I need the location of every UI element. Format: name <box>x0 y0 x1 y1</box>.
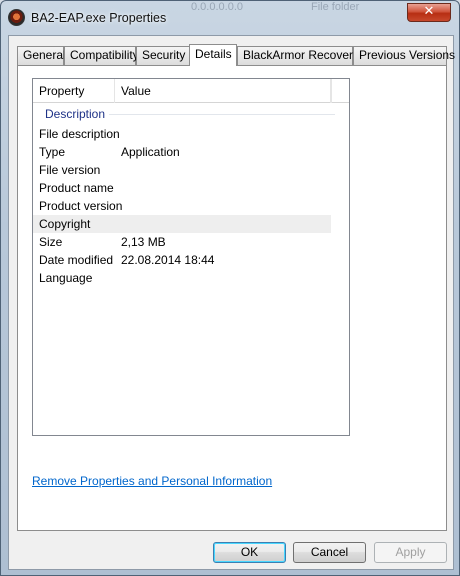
tab-general[interactable]: General <box>17 46 66 65</box>
property-name: File version <box>39 163 101 177</box>
list-item[interactable]: Date modified 22.08.2014 18:44 <box>33 251 331 269</box>
details-list[interactable]: Property Value Description File descript… <box>32 78 350 436</box>
list-item[interactable]: File version <box>33 161 331 179</box>
column-header-property[interactable]: Property <box>33 79 115 103</box>
tab-security[interactable]: Security <box>136 46 190 65</box>
group-header-description[interactable]: Description <box>45 107 105 121</box>
header-filler <box>331 79 349 103</box>
background-ghost-text-left: 0.0.0.0.0.0 <box>191 1 243 13</box>
property-name: File description <box>39 127 120 141</box>
tab-previous-versions[interactable]: Previous Versions <box>353 46 455 65</box>
property-value: 22.08.2014 18:44 <box>121 253 215 267</box>
list-header: Property Value <box>33 79 349 103</box>
background-ghost-text-right: File folder <box>311 1 360 13</box>
remove-properties-link[interactable]: Remove Properties and Personal Informati… <box>32 474 272 488</box>
list-item[interactable]: File description <box>33 125 331 143</box>
group-divider <box>109 114 335 115</box>
app-icon <box>8 9 25 26</box>
tab-compatibility[interactable]: Compatibility <box>64 46 139 65</box>
list-item[interactable]: Language <box>33 269 331 287</box>
window-title: BA2-EAP.exe Properties <box>31 11 167 25</box>
close-icon: ✕ <box>423 4 435 19</box>
dialog-client-area: General Compatibility Security Details B… <box>8 35 455 570</box>
list-item[interactable]: Type Application <box>33 143 331 161</box>
close-button[interactable]: ✕ <box>407 3 451 22</box>
properties-window: BA2-EAP.exe Properties 0.0.0.0.0.0 File … <box>0 0 460 576</box>
list-item[interactable]: Size 2,13 MB <box>33 233 331 251</box>
list-item[interactable]: Product name <box>33 179 331 197</box>
column-header-value[interactable]: Value <box>115 79 331 103</box>
property-name: Language <box>39 271 93 285</box>
property-name: Date modified <box>39 253 114 267</box>
tab-blackarmor-recovery[interactable]: BlackArmor Recovery <box>237 46 359 65</box>
property-name: Type <box>39 145 66 159</box>
tab-details[interactable]: Details <box>189 44 237 66</box>
apply-button[interactable]: Apply <box>374 542 447 563</box>
property-name: Product version <box>39 199 123 213</box>
property-name: Size <box>39 235 63 249</box>
property-name: Copyright <box>39 217 91 231</box>
title-bar[interactable]: BA2-EAP.exe Properties 0.0.0.0.0.0 File … <box>1 1 459 35</box>
property-value: Application <box>121 145 180 159</box>
property-value: 2,13 MB <box>121 235 166 249</box>
list-item[interactable]: Product version <box>33 197 331 215</box>
details-panel: Property Value Description File descript… <box>17 65 447 531</box>
list-item[interactable]: Copyright <box>33 215 331 233</box>
cancel-button[interactable]: Cancel <box>293 542 366 563</box>
ok-button[interactable]: OK <box>213 542 286 563</box>
property-name: Product name <box>39 181 114 195</box>
